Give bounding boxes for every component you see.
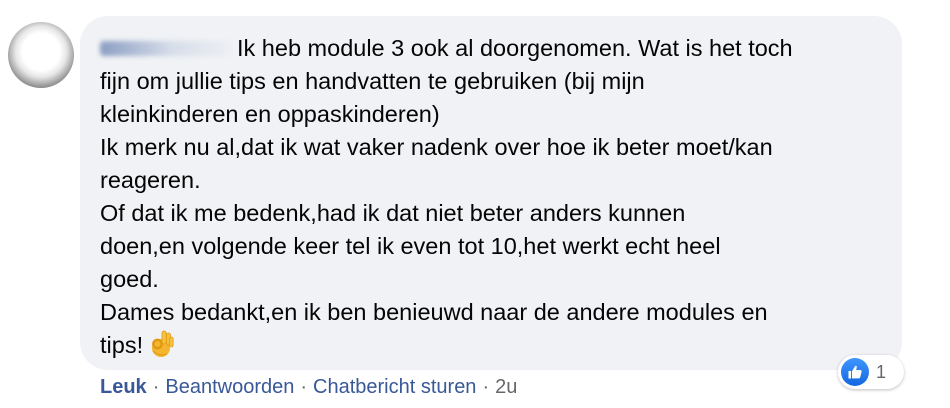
separator-dot: · [482,376,490,398]
comment-line-6: Of dat ik me bedenk,had ik dat niet bete… [100,200,686,226]
comment-line-9: Dames bedankt,en ik ben benieuwd naar de… [100,299,768,325]
avatar[interactable] [8,22,74,88]
reaction-count: 1 [876,361,887,382]
timestamp[interactable]: 2u [495,376,517,398]
comment-line-10-text: tips! [100,332,144,358]
comment-line-4: Ik merk nu al,dat ik wat vaker nadenk ov… [100,134,773,160]
comment-line-2: fijn om jullie tips en handvatten te geb… [100,68,645,94]
comment-line-5: reageren. [100,167,201,193]
comment-line-1: Ik heb module 3 ook al doorgenomen. Wat … [100,32,890,65]
separator-dot: · [300,376,308,398]
comment-line-7: doen,en volgende keer tel ik even tot 10… [100,233,721,259]
comment-line-1-text: Ik heb module 3 ook al doorgenomen. Wat … [237,35,793,61]
thumbs-up-icon [841,358,869,386]
comment-actions: Leuk · Beantwoorden · Chatbericht sturen · 2u [100,374,517,400]
separator-dot: · [152,376,160,398]
reply-button[interactable]: Beantwoorden [165,376,294,398]
like-button[interactable]: Leuk [100,376,147,398]
comment-line-10: tips! [100,329,890,362]
comment-text: Ik heb module 3 ook al doorgenomen. Wat … [100,32,890,362]
ok-hand-emoji-icon [147,329,175,359]
author-name[interactable] [100,38,235,58]
reaction-summary[interactable]: 1 [838,355,904,389]
comment-line-3: kleinkinderen en oppaskinderen) [100,101,440,127]
comment-container: Ik heb module 3 ook al doorgenomen. Wat … [0,0,950,408]
comment-line-8: goed. [100,266,159,292]
send-message-button[interactable]: Chatbericht sturen [313,376,476,398]
